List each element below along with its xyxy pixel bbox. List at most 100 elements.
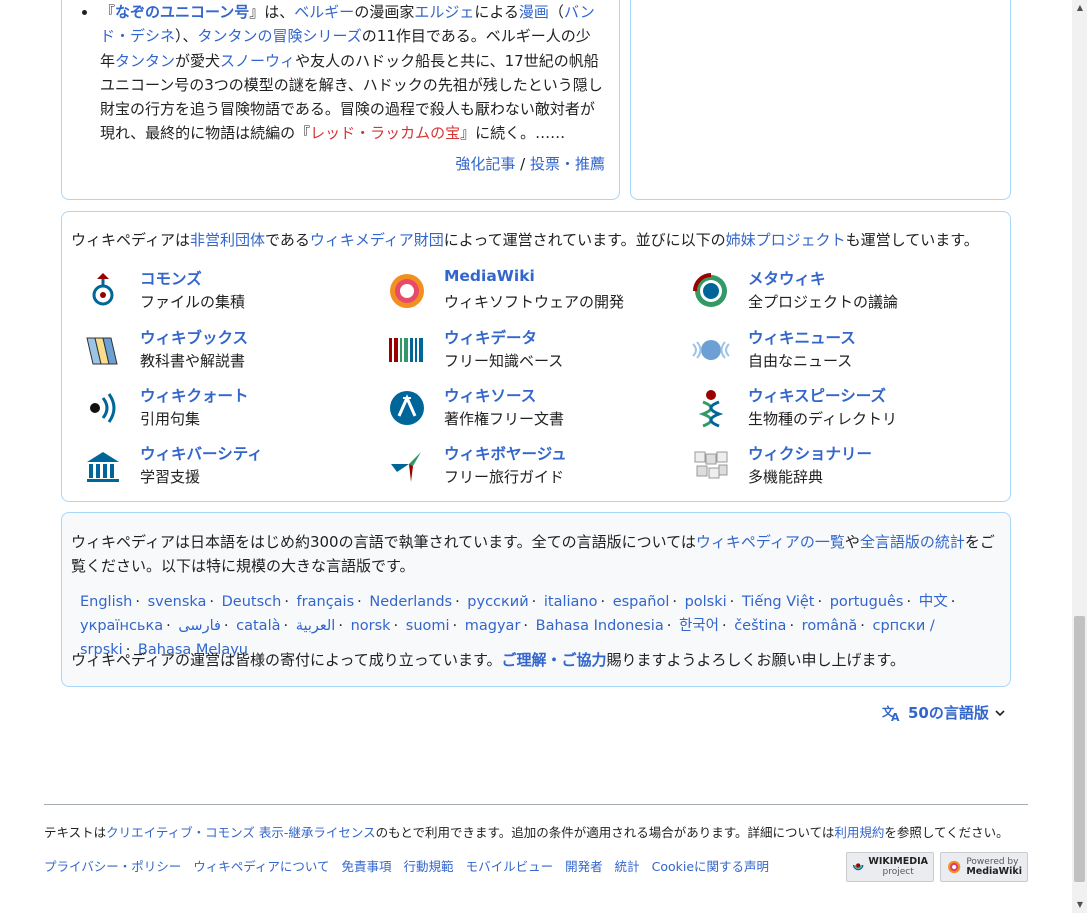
language-link[interactable]: suomi: [406, 618, 450, 634]
language-link[interactable]: magyar: [465, 618, 521, 634]
featured-link[interactable]: タンタン: [115, 52, 175, 70]
language-link[interactable]: українська: [80, 618, 163, 634]
metawiki-icon[interactable]: [691, 271, 731, 311]
lang-intro-link[interactable]: 全言語版の統計: [860, 533, 965, 551]
sister-project-item[interactable]: ウィキニュース 自由なニュース: [691, 326, 991, 376]
sister-project-name[interactable]: ウィキボヤージュ: [444, 442, 567, 464]
scrollbar-thumb[interactable]: [1074, 616, 1085, 882]
scroll-down-arrow-icon[interactable]: ▼: [1075, 900, 1085, 910]
sister-project-item[interactable]: MediaWiki ウィキソフトウェアの開発: [387, 267, 687, 317]
footer-link[interactable]: 行動規範: [404, 859, 454, 874]
wikinews-icon[interactable]: [691, 330, 731, 370]
wikisource-icon[interactable]: [387, 388, 427, 428]
wikiversity-icon[interactable]: [83, 446, 123, 486]
language-link[interactable]: Bahasa Indonesia: [536, 618, 664, 634]
wikiquote-icon[interactable]: [83, 388, 123, 428]
sister-project-name[interactable]: ウィキニュース: [748, 326, 856, 348]
featured-link[interactable]: スノーウィ: [220, 52, 295, 70]
language-link[interactable]: 中文: [919, 594, 948, 610]
scroll-up-arrow-icon[interactable]: ▲: [1075, 3, 1085, 13]
language-link[interactable]: català: [236, 618, 280, 634]
sister-project-item[interactable]: ウィキバーシティ 学習支援: [83, 442, 383, 492]
language-link[interactable]: فارسی: [178, 618, 221, 634]
sister-project-name[interactable]: ウィクショナリー: [748, 442, 872, 464]
sister-project-description: 著作権フリー文書: [444, 410, 565, 428]
sister-project-item[interactable]: ウィキブックス 教科書や解説書: [83, 326, 383, 376]
language-link[interactable]: português: [830, 594, 904, 610]
sister-project-name[interactable]: メタウィキ: [748, 267, 826, 289]
language-link[interactable]: русский: [467, 594, 528, 610]
lang-intro-link[interactable]: ウィキペディアの一覧: [696, 533, 845, 551]
sister-intro-link[interactable]: ウィキメディア財団: [310, 231, 444, 249]
sister-project-name[interactable]: ウィキクォート: [140, 384, 249, 406]
featured-link[interactable]: タンタンの冒険シリーズ: [198, 27, 362, 45]
language-link[interactable]: čeština: [734, 618, 786, 634]
featured-redlink[interactable]: レッド・ラッカムの宝: [310, 124, 460, 142]
language-link[interactable]: Deutsch: [222, 594, 282, 610]
featured-link[interactable]: ベルギー: [294, 3, 354, 21]
language-link[interactable]: norsk: [351, 618, 391, 634]
footer-link[interactable]: モバイルビュー: [466, 859, 554, 874]
language-link[interactable]: polski: [685, 594, 727, 610]
donation-link[interactable]: ご理解・ご協力: [502, 651, 607, 669]
license-link[interactable]: クリエイティブ・コモンズ 表示-継承ライセンス: [106, 825, 376, 840]
language-link[interactable]: română: [802, 618, 858, 634]
sister-project-name[interactable]: ウィキデータ: [444, 326, 537, 348]
featured-link[interactable]: 漫画: [519, 3, 549, 21]
language-link[interactable]: English: [80, 594, 132, 610]
sister-project-item[interactable]: ウィキクォート 引用句集: [83, 384, 383, 434]
sister-project-description: フリー知識ベース: [444, 352, 564, 370]
sister-project-item[interactable]: ウィキデータフリー知識ベース: [387, 326, 687, 376]
featured-more-link[interactable]: 強化記事: [455, 155, 515, 173]
featured-link[interactable]: なぞのユニコーン号: [115, 3, 249, 21]
wikimedia-project-badge[interactable]: WIKIMEDIA project: [846, 852, 934, 882]
language-link[interactable]: français: [297, 594, 355, 610]
wikivoyage-icon[interactable]: [387, 446, 427, 486]
footer-link[interactable]: 開発者: [565, 859, 603, 874]
featured-text: の漫画家: [354, 3, 415, 21]
license-link[interactable]: 利用規約: [834, 825, 884, 840]
donation-text: 賜りますようよろしくお願い申し上げます。: [606, 651, 906, 669]
sister-project-name[interactable]: ウィキバーシティ: [140, 442, 263, 464]
language-separator: ·: [729, 594, 735, 610]
sister-project-item[interactable]: ウィキスピーシーズ 生物種のディレクトリ: [691, 384, 991, 434]
language-link[interactable]: 한국어: [679, 618, 719, 634]
vote-recommend-link[interactable]: 投票・推薦: [530, 155, 605, 173]
language-selector-button[interactable]: 文 A 50の言語版: [882, 702, 1005, 723]
sister-project-name[interactable]: ウィキブックス: [140, 326, 248, 348]
powered-by-mediawiki-badge[interactable]: Powered by MediaWiki: [940, 852, 1028, 882]
footer-link[interactable]: 統計: [615, 859, 640, 874]
sister-project-name[interactable]: コモンズ: [140, 267, 202, 289]
sister-project-item[interactable]: ウィキソース著作権フリー文書: [387, 384, 687, 434]
sister-project-name[interactable]: ウィキソース: [444, 384, 536, 406]
sister-intro-link[interactable]: 非営利団体: [190, 231, 265, 249]
language-link[interactable]: svenska: [148, 594, 207, 610]
footer-link[interactable]: Cookieに関する声明: [652, 859, 769, 874]
sister-project-item[interactable]: コモンズ ファイルの集積: [83, 267, 383, 317]
sister-project-name[interactable]: ウィキスピーシーズ: [748, 384, 886, 406]
wikibooks-icon[interactable]: [83, 330, 123, 370]
sister-project-item[interactable]: ウィクショナリー 多機能辞典: [691, 442, 991, 492]
language-link[interactable]: español: [613, 594, 670, 610]
sister-project-name[interactable]: MediaWiki: [444, 267, 535, 285]
language-link[interactable]: العربية: [296, 618, 336, 634]
sister-projects-intro: ウィキペディアは非営利団体であるウィキメディア財団によって運営されています。並び…: [71, 229, 979, 250]
wikidata-icon[interactable]: [387, 330, 427, 370]
language-link[interactable]: italiano: [544, 594, 598, 610]
sister-intro-link[interactable]: 姉妹プロジェクト: [726, 231, 846, 249]
list-bullet: [82, 10, 87, 15]
language-link[interactable]: Nederlands: [369, 594, 452, 610]
mediawiki-icon[interactable]: [387, 271, 427, 311]
footer-link[interactable]: ウィキペディアについて: [193, 859, 329, 874]
sister-project-item[interactable]: ウィキボヤージュ フリー旅行ガイド: [387, 442, 687, 492]
featured-link[interactable]: エルジェ: [414, 3, 474, 21]
footer-divider: [44, 804, 1028, 805]
commons-icon[interactable]: [83, 271, 123, 311]
wiktionary-icon[interactable]: [691, 446, 731, 486]
footer-link[interactable]: 免責事項: [342, 859, 392, 874]
wikispecies-icon[interactable]: [691, 388, 731, 428]
language-separator: ·: [338, 618, 343, 634]
language-link[interactable]: Tiếng Việt: [742, 594, 815, 610]
sister-project-item[interactable]: メタウィキ 全プロジェクトの議論: [691, 267, 991, 317]
footer-link[interactable]: プライバシー・ポリシー: [44, 859, 181, 874]
